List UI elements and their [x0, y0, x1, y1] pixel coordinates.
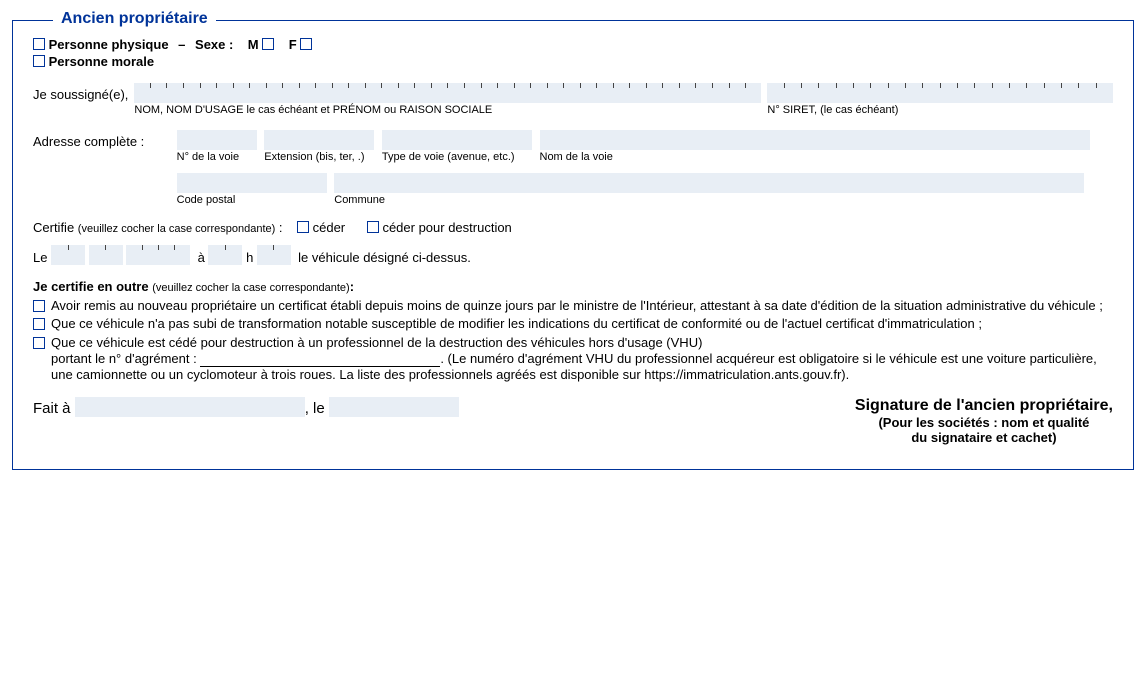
name-hint: NOM, NOM D'USAGE le cas échéant et PRÉNO… — [134, 104, 761, 116]
further-colon: : — [350, 279, 354, 294]
commune-input[interactable] — [334, 173, 1084, 193]
further-lead-row: Je certifie en outre (veuillez cocher la… — [33, 279, 1113, 294]
dash: – — [178, 37, 185, 52]
le-label: Le — [33, 250, 47, 265]
vehicle-tail: le véhicule désigné ci-dessus. — [298, 250, 471, 265]
checkbox-cert1[interactable] — [33, 300, 45, 312]
nom-voie-input[interactable] — [540, 130, 1090, 150]
num-voie-hint: N° de la voie — [177, 151, 257, 163]
date-time-row: Le à h le véhicule désigné ci-dessus. — [33, 245, 1113, 265]
undersigned-row: Je soussigné(e), NOM, NOM D'USAGE le cas… — [33, 83, 1113, 116]
date-month-input[interactable] — [89, 245, 123, 265]
certify-hint: (veuillez cocher la case correspondante) — [78, 223, 276, 235]
agrement-input[interactable] — [200, 353, 440, 367]
address-row1: Adresse complète : N° de la voie Extensi… — [33, 130, 1113, 163]
person-moral-row: Personne morale — [33, 54, 1113, 69]
certify-row: Certifie (veuillez cocher la case corres… — [33, 220, 1113, 235]
address-label: Adresse complète : — [33, 130, 173, 149]
fait-a-label: Fait à — [33, 400, 71, 417]
checkbox-ceder[interactable] — [297, 221, 309, 233]
cert2-text: Que ce véhicule n'a pas subi de transfor… — [51, 316, 1113, 332]
label-ceder-destruction: céder pour destruction — [382, 220, 511, 235]
code-postal-hint: Code postal — [177, 194, 327, 206]
certify-label: Certifie — [33, 220, 78, 235]
footer-le-label: , le — [305, 400, 325, 417]
commune-hint: Commune — [334, 194, 1084, 206]
checkbox-personne-morale[interactable] — [33, 55, 45, 67]
num-voie-input[interactable] — [177, 130, 257, 150]
a-label: à — [198, 250, 205, 265]
type-voie-hint: Type de voie (avenue, etc.) — [382, 151, 532, 163]
cert1-text: Avoir remis au nouveau propriétaire un c… — [51, 298, 1113, 314]
certify-colon: : — [275, 220, 282, 235]
further-items: Avoir remis au nouveau propriétaire un c… — [33, 298, 1113, 383]
footer-row: Signature de l'ancien propriétaire, (Pou… — [33, 397, 1113, 445]
cert3-text: Que ce véhicule est cédé pour destructio… — [51, 335, 1113, 384]
signature-sub1: (Pour les sociétés : nom et qualité — [855, 415, 1113, 430]
nom-voie-hint: Nom de la voie — [540, 151, 1090, 163]
footer-date-input[interactable] — [329, 397, 459, 417]
h-label: h — [246, 250, 253, 265]
date-day-input[interactable] — [51, 245, 85, 265]
date-year-input[interactable] — [126, 245, 190, 265]
label-sexe-m: M — [248, 37, 259, 52]
label-personne-physique: Personne physique — [49, 37, 169, 52]
extension-hint: Extension (bis, ter, .) — [264, 151, 374, 163]
further-lead: Je certifie en outre — [33, 279, 152, 294]
signature-sub2: du signataire et cachet) — [855, 430, 1113, 445]
section-title: Ancien propriétaire — [53, 10, 216, 28]
label-sexe: Sexe : — [195, 37, 233, 52]
code-postal-input[interactable] — [177, 173, 327, 193]
time-hour-input[interactable] — [208, 245, 242, 265]
name-input[interactable] — [134, 83, 761, 103]
label-ceder: céder — [313, 220, 346, 235]
former-owner-section: Ancien propriétaire Personne physique – … — [12, 20, 1134, 470]
person-type-row: Personne physique – Sexe : M F — [33, 37, 1113, 52]
type-voie-input[interactable] — [382, 130, 532, 150]
siret-hint: N° SIRET, (le cas échéant) — [767, 104, 1113, 116]
extension-input[interactable] — [264, 130, 374, 150]
checkbox-cert2[interactable] — [33, 318, 45, 330]
undersigned-label: Je soussigné(e), — [33, 83, 128, 102]
signature-title: Signature de l'ancien propriétaire, — [855, 397, 1113, 415]
checkbox-personne-physique[interactable] — [33, 38, 45, 50]
time-min-input[interactable] — [257, 245, 291, 265]
address-row2: Code postal Commune — [33, 173, 1113, 206]
label-sexe-f: F — [289, 37, 297, 52]
signature-block: Signature de l'ancien propriétaire, (Pou… — [855, 397, 1113, 445]
checkbox-sexe-m[interactable] — [262, 38, 274, 50]
checkbox-cert3[interactable] — [33, 337, 45, 349]
cert3-pre: portant le n° d'agrément : — [51, 351, 200, 366]
checkbox-sexe-f[interactable] — [300, 38, 312, 50]
cert3-line1: Que ce véhicule est cédé pour destructio… — [51, 335, 702, 350]
fait-a-input[interactable] — [75, 397, 305, 417]
label-personne-morale: Personne morale — [49, 54, 155, 69]
siret-input[interactable] — [767, 83, 1113, 103]
checkbox-ceder-destruction[interactable] — [367, 221, 379, 233]
further-hint: (veuillez cocher la case correspondante) — [152, 282, 350, 294]
